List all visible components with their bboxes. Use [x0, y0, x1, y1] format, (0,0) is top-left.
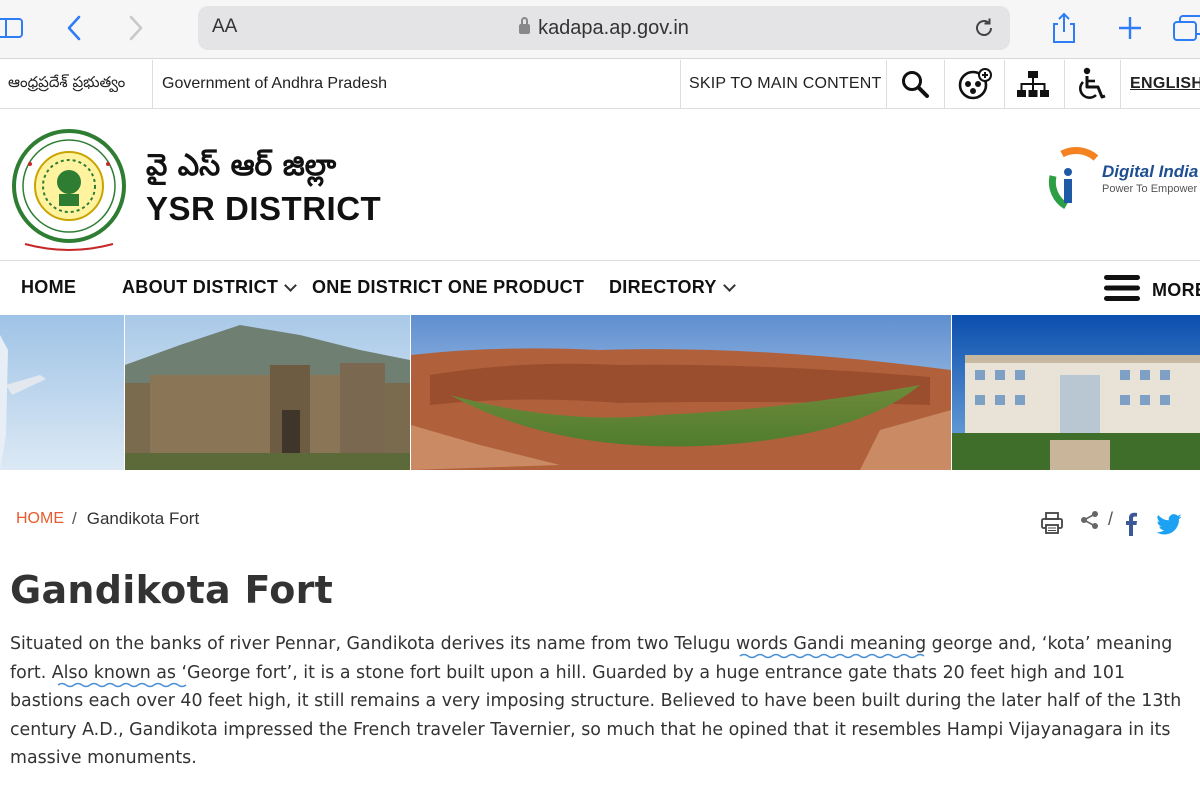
search-icon[interactable] [900, 60, 930, 108]
breadcrumb-home-link[interactable]: HOME [16, 510, 64, 528]
tabs-overview-icon[interactable] [1170, 12, 1200, 44]
page-title: Gandikota Fort [10, 568, 334, 612]
nav-more-button[interactable]: MORE [1104, 275, 1200, 306]
district-title-english: YSR DISTRICT [146, 190, 382, 227]
nav-about-district[interactable]: ABOUT DISTRICT [122, 277, 298, 298]
nav-directory-label: DIRECTORY [609, 277, 717, 297]
back-icon[interactable] [58, 12, 90, 44]
breadcrumb-current: Gandikota Fort [86, 509, 200, 528]
nav-about-label: ABOUT DISTRICT [122, 277, 279, 297]
government-top-bar: ఆంధ్రప్రదేశ్ ప్రభుత్వం Government of And… [0, 60, 1200, 109]
lock-icon [519, 17, 531, 34]
divider [680, 60, 681, 108]
share-icon[interactable] [1080, 510, 1100, 534]
print-icon[interactable] [1040, 511, 1064, 539]
breadcrumb-separator: / [72, 509, 77, 528]
chevron-down-icon [722, 278, 736, 292]
nav-home[interactable]: HOME [21, 277, 76, 298]
divider [152, 60, 153, 108]
chevron-down-icon [284, 278, 298, 292]
article-paragraph: Situated on the banks of river Pennar, G… [10, 634, 1182, 768]
divider [1120, 60, 1121, 108]
digital-india-logo[interactable]: Digital India Power To Empower [1044, 146, 1200, 212]
digital-india-tagline: Power To Empower [1102, 183, 1198, 195]
andhra-pradesh-emblem-logo[interactable] [10, 124, 128, 256]
nav-more-label: MORE [1152, 280, 1200, 300]
url-text: kadapa.ap.gov.in [538, 17, 689, 39]
breadcrumb: HOME / Gandikota Fort [16, 509, 199, 529]
share-separator: / [1108, 509, 1114, 529]
hamburger-icon [1104, 275, 1140, 306]
skip-to-main-content-link[interactable]: SKIP TO MAIN CONTENT [689, 60, 881, 108]
sitemap-icon[interactable] [1016, 60, 1050, 108]
main-navigation: HOME ABOUT DISTRICT ONE DISTRICT ONE PRO… [0, 262, 1200, 314]
divider [1004, 60, 1005, 108]
banner-image-strip [0, 315, 1200, 470]
nav-one-district-one-product[interactable]: ONE DISTRICT ONE PRODUCT [312, 277, 584, 298]
digital-india-title: Digital India [1102, 162, 1199, 181]
browser-toolbar: AA kadapa.ap.gov.in [0, 0, 1200, 59]
reload-icon[interactable] [972, 16, 996, 44]
article-body: Situated on the banks of river Pennar, G… [10, 630, 1198, 787]
address-bar[interactable]: AA kadapa.ap.gov.in [198, 6, 1010, 50]
facebook-icon[interactable] [1124, 512, 1138, 540]
nav-directory[interactable]: DIRECTORY [609, 277, 736, 298]
district-title-telugu: వై ఎస్ ఆర్ జిల్లా [146, 148, 337, 183]
government-name: Government of Andhra Pradesh [162, 75, 388, 92]
forward-icon[interactable] [120, 12, 152, 44]
share-sheet-icon[interactable] [1048, 12, 1080, 44]
twitter-icon[interactable] [1156, 514, 1182, 539]
accessibility-icon[interactable] [1076, 60, 1108, 108]
divider [944, 60, 945, 108]
language-selector[interactable]: ENGLISH [1130, 60, 1200, 108]
social-media-icon[interactable] [958, 60, 992, 108]
telugu-government-label: ఆంధ్రప్రదేశ్ ప్రభుత్వం [8, 73, 126, 91]
divider [886, 60, 887, 108]
new-tab-icon[interactable] [1114, 12, 1146, 44]
divider [1064, 60, 1065, 108]
sidebar-icon[interactable] [0, 12, 26, 44]
